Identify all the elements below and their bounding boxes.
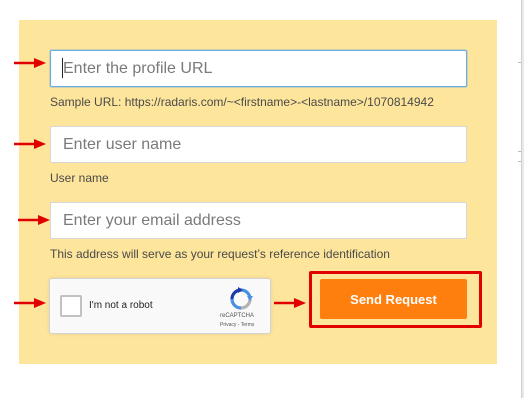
user-name-help-text: User name — [50, 171, 109, 185]
annotation-arrow-icon — [274, 298, 306, 308]
edge-tick — [518, 62, 521, 63]
email-help-text: This address will serve as your request’… — [50, 247, 390, 261]
annotation-arrow-icon — [14, 58, 46, 68]
recaptcha-checkbox[interactable] — [60, 295, 82, 317]
recaptcha-logo-icon — [230, 287, 253, 310]
send-request-button[interactable]: Send Request — [320, 279, 467, 319]
edge-tick — [518, 151, 521, 152]
profile-url-input[interactable] — [50, 50, 467, 87]
annotation-arrow-icon — [18, 215, 50, 225]
annotation-arrow-icon — [14, 139, 46, 149]
recaptcha-privacy-terms-links[interactable]: Privacy - Terms — [220, 322, 254, 328]
recaptcha-label: I'm not a robot — [89, 300, 153, 311]
edge-tick — [518, 161, 521, 162]
recaptcha-brand: reCAPTCHA — [220, 313, 255, 319]
profile-url-help-text: Sample URL: https://radaris.com/~<firstn… — [50, 95, 434, 109]
user-name-input[interactable] — [50, 126, 467, 163]
email-input[interactable] — [50, 202, 467, 239]
recaptcha-widget: I'm not a robot reCAPTCHA Privacy - Term… — [49, 278, 271, 334]
text-cursor — [62, 58, 63, 78]
annotation-arrow-icon — [14, 298, 46, 308]
